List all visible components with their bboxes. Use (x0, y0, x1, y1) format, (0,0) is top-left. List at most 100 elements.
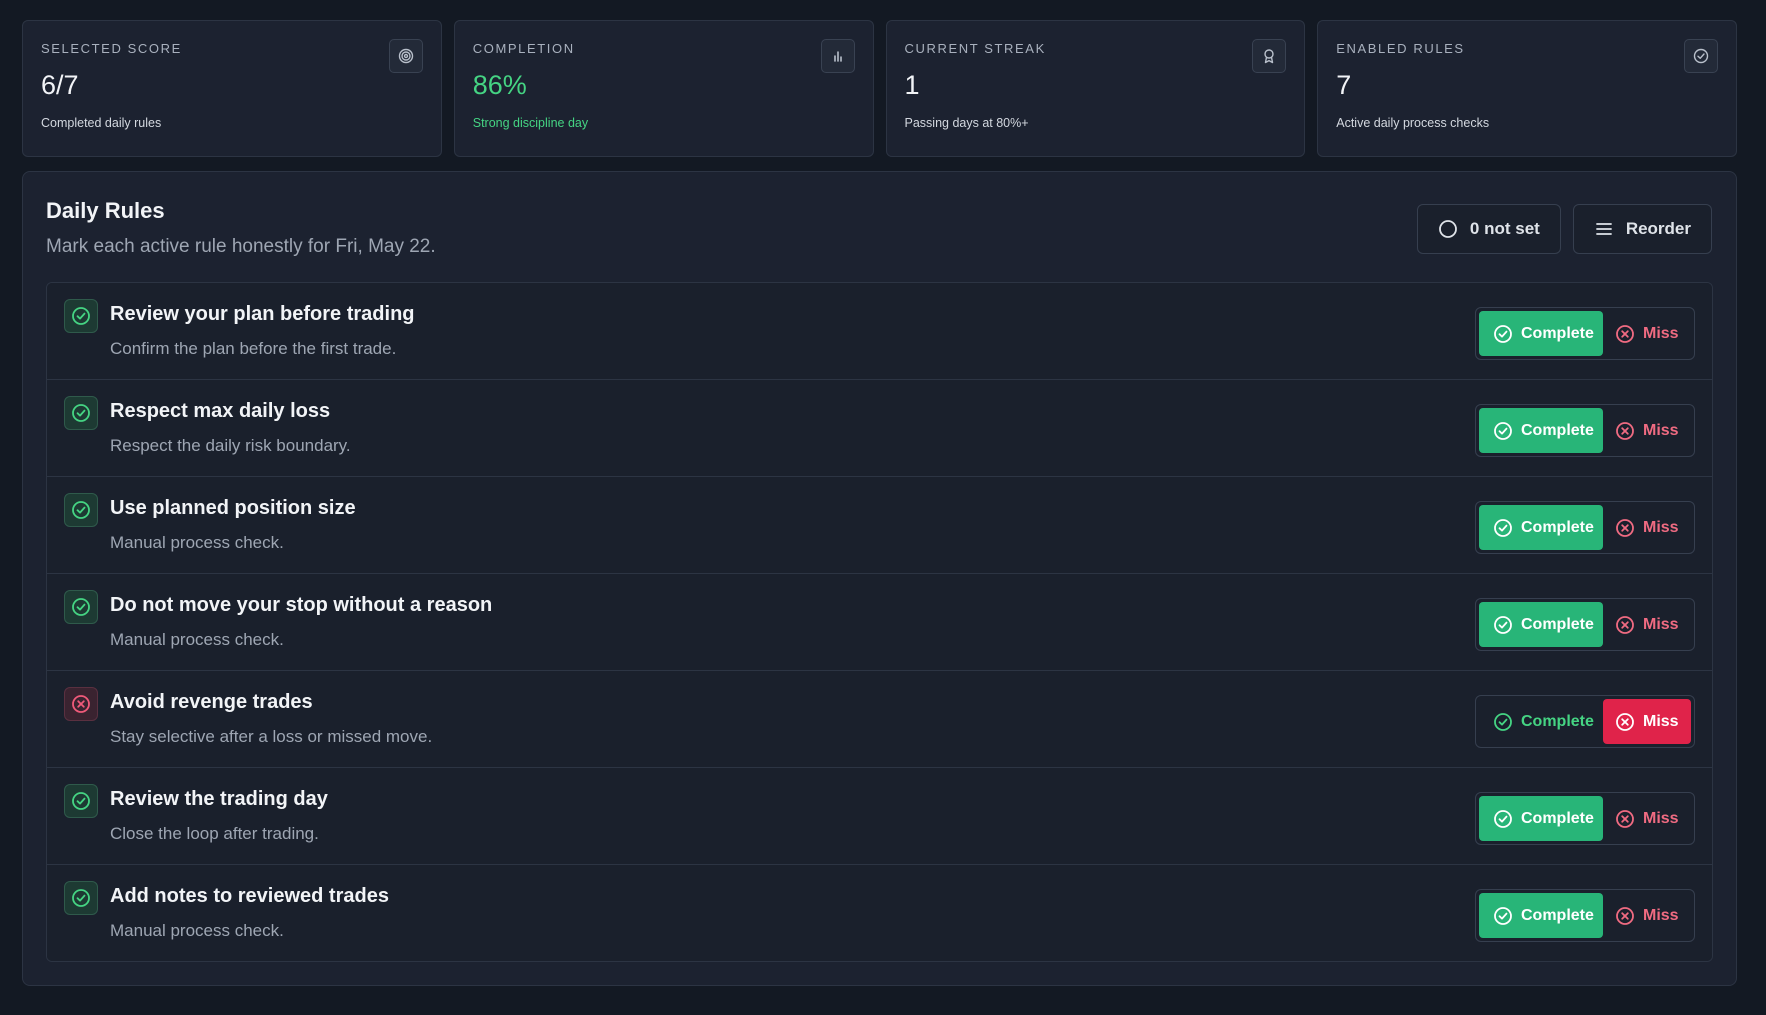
check-circle-icon (1684, 39, 1718, 73)
bar-chart-icon (820, 39, 855, 73)
menu-icon (1594, 219, 1614, 239)
rule-description: Confirm the plan before the first trade. (110, 339, 397, 358)
complete-button[interactable]: Complete (1479, 796, 1603, 841)
rule-title: Review your plan before trading (110, 303, 415, 325)
rule-status-toggle: Complete Miss (1475, 501, 1695, 554)
rule-title: Review the trading day (110, 788, 328, 810)
award-icon (1252, 39, 1287, 73)
stat-sub: Strong discipline day (472, 116, 589, 130)
complete-button[interactable]: Complete (1479, 505, 1603, 550)
not-set-label: 0 not set (1469, 219, 1540, 238)
x-circle-icon (1615, 712, 1635, 732)
miss-label: Miss (1643, 324, 1679, 342)
x-circle-icon (1615, 518, 1635, 538)
miss-button[interactable]: Miss (1603, 796, 1691, 841)
reorder-label: Reorder (1625, 219, 1691, 238)
rule-description: Manual process check. (110, 921, 284, 940)
complete-label: Complete (1521, 518, 1594, 536)
rule-status-toggle: Complete Miss (1475, 792, 1695, 845)
stat-sub: Active daily process checks (1336, 116, 1490, 130)
stat-card-completion: COMPLETION 86% Strong discipline day (453, 20, 874, 157)
rule-title: Use planned position size (110, 497, 356, 519)
miss-label: Miss (1643, 906, 1679, 924)
rules-list: Review your plan before trading Confirm t… (46, 282, 1713, 962)
miss-button[interactable]: Miss (1603, 602, 1691, 647)
miss-button[interactable]: Miss (1603, 408, 1691, 453)
target-icon (388, 39, 423, 73)
miss-button[interactable]: Miss (1603, 311, 1691, 356)
rule-status-toggle: Complete Miss (1475, 598, 1695, 651)
stat-sub: Completed daily rules (41, 116, 162, 130)
complete-label: Complete (1521, 712, 1594, 730)
rule-row: Avoid revenge trades Stay selective after… (47, 671, 1712, 768)
rule-title: Add notes to reviewed trades (110, 885, 389, 907)
check-circle-icon (1493, 324, 1513, 344)
stat-card-enabled-rules: ENABLED RULES 7 Active daily process che… (1317, 20, 1737, 157)
stat-label: COMPLETION (472, 41, 575, 56)
x-circle-icon (1615, 421, 1635, 441)
stat-value: 86% (472, 70, 527, 100)
complete-label: Complete (1521, 615, 1594, 633)
complete-label: Complete (1521, 906, 1594, 924)
x-circle-icon (1615, 906, 1635, 926)
daily-rules-panel: Daily Rules Mark each active rule honest… (22, 171, 1737, 986)
miss-label: Miss (1643, 421, 1679, 439)
complete-button[interactable]: Complete (1479, 602, 1603, 647)
stat-value: 6/7 (41, 70, 79, 100)
check-circle-icon (64, 590, 98, 624)
rule-row: Do not move your stop without a reason Ma… (47, 574, 1712, 671)
header-actions: 0 not set Reorder (1416, 204, 1712, 254)
complete-button[interactable]: Complete (1479, 408, 1603, 453)
check-circle-icon (64, 881, 98, 915)
complete-button[interactable]: Complete (1479, 699, 1603, 744)
check-circle-icon (64, 396, 98, 430)
rule-description: Close the loop after trading. (110, 824, 319, 843)
stat-label: CURRENT STREAK (904, 41, 1046, 56)
complete-button[interactable]: Complete (1479, 311, 1603, 356)
stat-value: 1 (904, 70, 920, 100)
miss-label: Miss (1643, 712, 1679, 730)
miss-label: Miss (1643, 809, 1679, 827)
check-circle-icon (64, 784, 98, 818)
stat-card-selected-score: SELECTED SCORE 6/7 Completed daily rules (22, 20, 442, 157)
rule-status-toggle: Complete Miss (1475, 695, 1695, 748)
check-circle-icon (1493, 421, 1513, 441)
x-circle-icon (1615, 324, 1635, 344)
x-circle-icon (1615, 615, 1635, 635)
panel-subtitle: Mark each active rule honestly for Fri, … (46, 236, 436, 257)
rule-row: Review your plan before trading Confirm t… (47, 283, 1712, 380)
stat-card-current-streak: CURRENT STREAK 1 Passing days at 80%+ (885, 20, 1306, 157)
rule-status-toggle: Complete Miss (1475, 307, 1695, 360)
rule-row: Add notes to reviewed trades Manual proce… (47, 865, 1712, 961)
miss-button[interactable]: Miss (1603, 893, 1691, 938)
miss-button[interactable]: Miss (1603, 699, 1691, 744)
rule-title: Do not move your stop without a reason (110, 594, 493, 616)
discipline-dashboard: SELECTED SCORE 6/7 Completed daily rules… (0, 0, 1766, 1015)
complete-label: Complete (1521, 421, 1594, 439)
rule-status-toggle: Complete Miss (1475, 404, 1695, 457)
check-circle-icon (1493, 518, 1513, 538)
rule-row: Respect max daily loss Respect the daily … (47, 380, 1712, 477)
rule-title: Avoid revenge trades (110, 691, 313, 713)
rule-row: Use planned position size Manual process … (47, 477, 1712, 574)
not-set-filter-button[interactable]: 0 not set (1416, 204, 1561, 254)
stat-label: ENABLED RULES (1336, 41, 1465, 56)
check-circle-icon (1493, 809, 1513, 829)
miss-button[interactable]: Miss (1603, 505, 1691, 550)
stat-sub: Passing days at 80%+ (904, 116, 1029, 130)
complete-button[interactable]: Complete (1479, 893, 1603, 938)
panel-title: Daily Rules (46, 198, 165, 223)
stat-label: SELECTED SCORE (41, 41, 182, 56)
rule-description: Manual process check. (110, 533, 284, 552)
circle-icon (1438, 219, 1458, 239)
x-circle-icon (1615, 809, 1635, 829)
check-circle-icon (1493, 712, 1513, 732)
x-circle-icon (64, 687, 98, 721)
rule-row: Review the trading day Close the loop aft… (47, 768, 1712, 865)
check-circle-icon (1493, 906, 1513, 926)
stats-row: SELECTED SCORE 6/7 Completed daily rules… (22, 20, 1737, 157)
reorder-button[interactable]: Reorder (1572, 204, 1712, 254)
check-circle-icon (64, 299, 98, 333)
complete-label: Complete (1521, 324, 1594, 342)
check-circle-icon (1493, 615, 1513, 635)
